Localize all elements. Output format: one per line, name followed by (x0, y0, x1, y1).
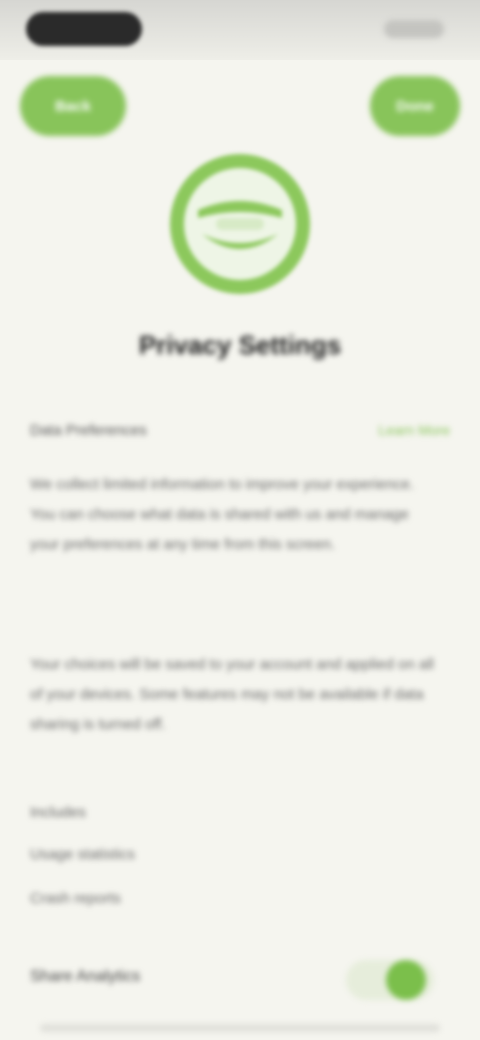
page-title: Privacy Settings (138, 330, 342, 360)
analytics-toggle[interactable] (346, 960, 434, 1000)
learn-more-link[interactable]: Learn More (378, 422, 450, 438)
home-indicator (40, 1024, 440, 1032)
list-label: Includes (30, 804, 86, 821)
status-icons (384, 20, 444, 38)
done-button[interactable]: Done (370, 76, 460, 136)
analytics-toggle-row: Share Analytics (30, 958, 450, 1002)
status-bar (0, 0, 480, 60)
toggle-knob (386, 960, 426, 1000)
section-header: Data Preferences Learn More (30, 422, 450, 446)
status-time-pill (26, 12, 142, 46)
leaf-logo-icon (168, 152, 312, 296)
back-button[interactable]: Back (20, 76, 126, 136)
description-paragraph: We collect limited information to improv… (30, 476, 415, 553)
section-label: Data Preferences (30, 422, 147, 439)
list-item: Crash reports (30, 890, 121, 907)
list-item: Usage statistics (30, 846, 136, 863)
description-paragraph: Your choices will be saved to your accou… (30, 656, 434, 733)
toggle-label: Share Analytics (30, 968, 141, 985)
